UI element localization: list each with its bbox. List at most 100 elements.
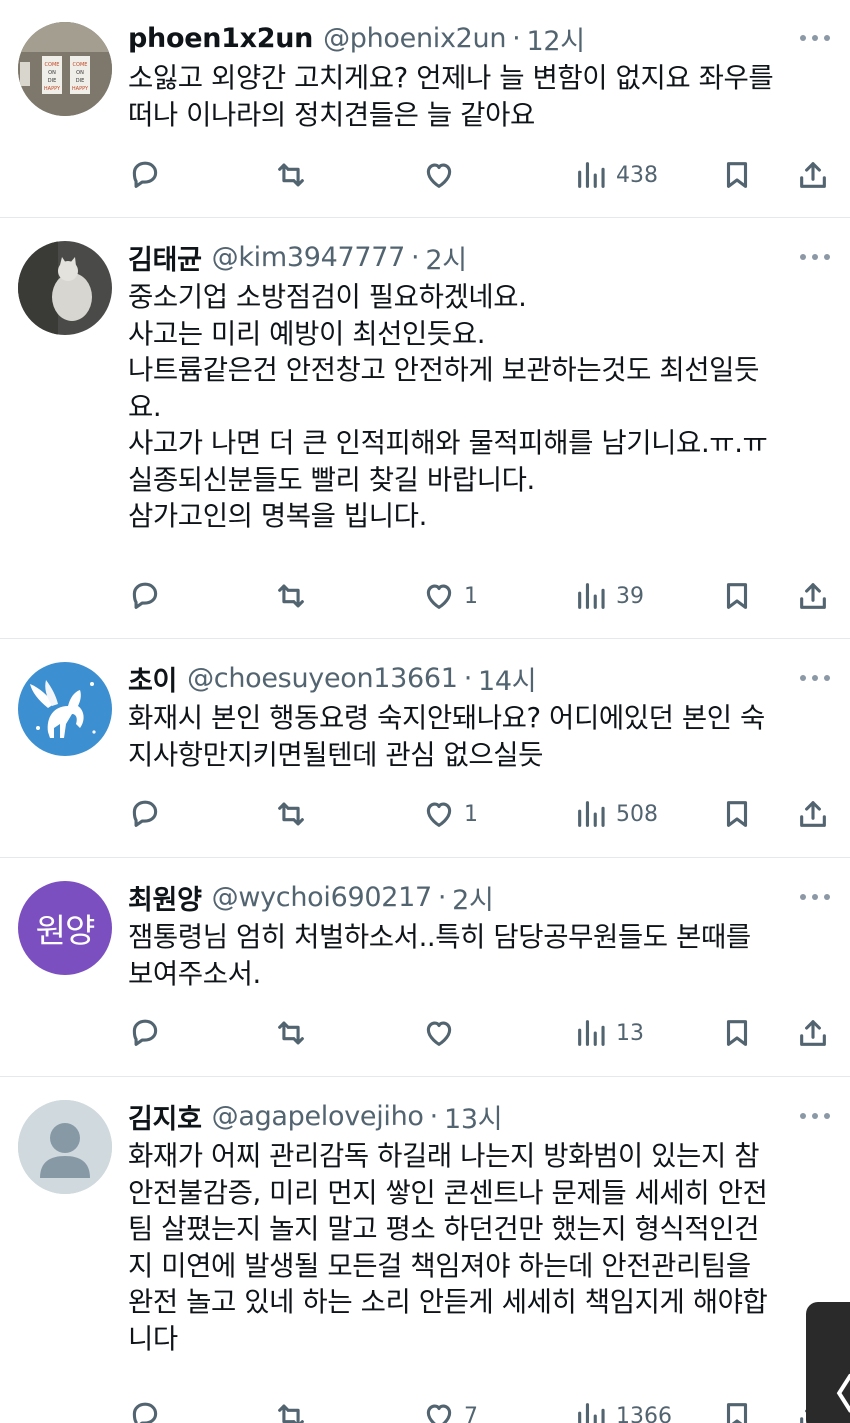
views-chart-icon [578,801,605,827]
avatar[interactable] [18,662,112,756]
retweet-button[interactable] [274,794,308,834]
view-count: 508 [616,801,658,827]
views-button[interactable]: 39 [574,576,644,616]
reply-button[interactable] [128,576,162,616]
more-options-icon[interactable] [800,1108,830,1124]
bookmark-button[interactable] [720,1013,754,1053]
retweet-icon [278,1404,304,1423]
bookmark-button[interactable] [720,1396,754,1423]
timestamp[interactable]: 2시 [452,878,494,917]
svg-text:HAPPY: HAPPY [72,86,89,92]
display-name[interactable]: phoen1x2un [128,23,313,54]
avatar[interactable] [18,241,112,335]
bookmark-button[interactable] [720,794,754,834]
separator-dot: · [512,22,521,54]
more-options-icon[interactable] [800,670,830,686]
tweet[interactable]: 김지호 @agapelovejiho · 13시 화재가 어찌 관리감독 하길래… [0,1078,850,1423]
tweet-line: 중소기업 소방점검이 필요하겠네요. [128,281,527,313]
share-icon [800,1020,826,1046]
display-name[interactable]: 최원양 [128,878,202,917]
tweet-line: 화재시 본인 행동요령 숙지안돼나요? 어디에있던 본인 숙 [128,702,765,734]
bookmark-button[interactable] [720,576,754,616]
user-handle[interactable]: @wychoi690217 [212,882,433,913]
more-options-icon[interactable] [800,249,830,265]
tweet[interactable]: 원양 최원양 @wychoi690217 · 2시 잼통령님 엄히 처벌하소서.… [0,859,850,1077]
timestamp[interactable]: 14시 [478,659,537,698]
side-panel-toggle[interactable]: 〈 [806,1302,850,1423]
tweet-line: 잼통령님 엄히 처벌하소서..특히 담당공무원들도 본때를 [128,921,751,953]
reply-button[interactable] [128,794,162,834]
more-options-icon[interactable] [800,30,830,46]
avatar[interactable]: COME ON DIE HAPPY COME ON DIE HAPPY [18,22,112,116]
tweet-header: 최원양 @wychoi690217 · 2시 [128,877,494,917]
like-button[interactable] [422,1013,464,1053]
like-button[interactable]: 1 [422,576,478,616]
tweet-header: 김지호 @agapelovejiho · 13시 [128,1096,503,1136]
tweet[interactable]: COME ON DIE HAPPY COME ON DIE HAPPY phoe… [0,0,850,218]
bookmark-icon [726,801,748,827]
like-button[interactable] [422,155,464,195]
retweet-button[interactable] [274,155,308,195]
tweet-line: 삼가고인의 명복을 빕니다. [128,500,427,532]
avatar[interactable] [18,1100,112,1194]
retweet-button[interactable] [274,1013,308,1053]
tweet-header: phoen1x2un @phoenix2un · 12시 [128,18,585,58]
bookmark-icon [726,1403,748,1423]
like-button[interactable]: 7 [422,1396,478,1423]
retweet-icon [278,1021,304,1045]
user-handle[interactable]: @phoenix2un [323,23,506,54]
bookmark-button[interactable] [720,155,754,195]
reply-button[interactable] [128,1396,162,1423]
share-icon [800,801,826,827]
heart-icon [426,584,452,609]
display-name[interactable]: 김지호 [128,1097,202,1136]
svg-text:ON: ON [76,70,84,76]
reply-button[interactable] [128,1013,162,1053]
share-button[interactable] [796,1013,830,1053]
heart-icon [426,802,452,827]
views-button[interactable]: 13 [574,1013,644,1053]
share-icon [800,583,826,609]
reply-button[interactable] [128,155,162,195]
chevron-left-icon: 〈 [814,1372,850,1418]
views-chart-icon [578,583,605,609]
svg-text:ON: ON [48,70,56,76]
svg-text:HAPPY: HAPPY [44,86,61,92]
tweet-line: 지 미연에 발생될 모든걸 책임져야 하는데 안전관리팀을 [128,1249,751,1282]
action-bar: 438 [128,155,830,195]
separator-dot: · [463,662,473,694]
timestamp[interactable]: 13시 [444,1097,503,1136]
retweet-icon [278,802,304,826]
reply-icon [132,1019,158,1046]
action-bar: 1 508 [128,794,830,834]
like-button[interactable]: 1 [422,794,478,834]
tweet[interactable]: 초이 @choesuyeon13661 · 14시 화재시 본인 행동요령 숙지… [0,640,850,858]
tweet[interactable]: 김태균 @kim3947777 · 2시 중소기업 소방점검이 필요하겠네요. … [0,219,850,639]
display-name[interactable]: 초이 [128,659,177,698]
tweet-line: 소잃고 외양간 고치게요? 언제나 늘 변함이 없지요 좌우를 [128,62,774,94]
share-button[interactable] [796,576,830,616]
more-options-icon[interactable] [800,889,830,905]
separator-dot: · [411,241,420,273]
bookmark-icon [726,583,748,609]
views-button[interactable]: 508 [574,794,658,834]
view-count: 438 [616,162,658,188]
action-bar: 13 [128,1013,830,1053]
display-name[interactable]: 김태균 [128,238,202,277]
share-button[interactable] [796,794,830,834]
retweet-button[interactable] [274,576,308,616]
avatar[interactable]: 원양 [18,881,112,975]
user-handle[interactable]: @choesuyeon13661 [187,663,458,694]
retweet-button[interactable] [274,1396,308,1423]
heart-icon [426,1404,452,1423]
timestamp[interactable]: 2시 [425,238,467,277]
user-handle[interactable]: @kim3947777 [212,242,406,273]
avatar-image: COME ON DIE HAPPY COME ON DIE HAPPY [18,22,112,116]
views-button[interactable]: 1366 [574,1396,672,1423]
share-button[interactable] [796,155,830,195]
tweet-line: 보여주소서. [128,957,261,990]
views-button[interactable]: 438 [574,155,658,195]
like-count: 1 [464,583,478,609]
timestamp[interactable]: 12시 [526,19,585,58]
user-handle[interactable]: @agapelovejiho [212,1101,424,1132]
